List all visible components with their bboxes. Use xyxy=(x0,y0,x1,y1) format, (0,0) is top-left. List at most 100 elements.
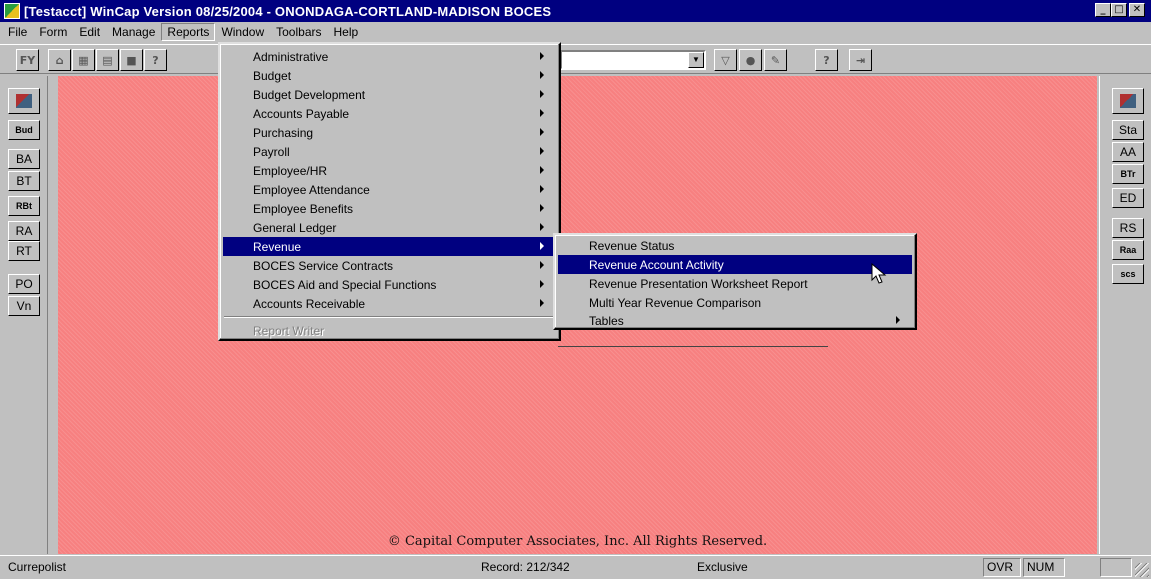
menu-item-employee-hr[interactable]: Employee/HR xyxy=(223,161,556,180)
title-bar: [Testacct] WinCap Version 08/25/2004 - O… xyxy=(0,0,1151,22)
submenu-arrow-icon xyxy=(540,90,544,98)
menu-help[interactable]: Help xyxy=(327,23,364,41)
right-toolbar: Sta AA BTr ED RS Raa scs xyxy=(1099,76,1151,554)
menu-item-revenue[interactable]: Revenue xyxy=(223,237,556,256)
status-record: Record: 212/342 xyxy=(481,560,570,574)
rail-ra-button[interactable]: RA xyxy=(8,221,40,241)
chart-glyph-icon xyxy=(1120,94,1136,108)
menu-item-label: Accounts Payable xyxy=(253,106,350,121)
submenu-arrow-icon xyxy=(540,223,544,231)
chevron-down-icon[interactable]: ▼ xyxy=(688,52,704,68)
toolbar: FY ⌂ ▦ ▤ ■ ? ▼ ▽ ● ✎ ? ⇥ xyxy=(0,44,1151,74)
reports-menu: Administrative Budget Budget Development… xyxy=(218,42,561,341)
save-icon[interactable]: ■ xyxy=(120,49,143,71)
submenu-arrow-icon xyxy=(540,261,544,269)
menu-form[interactable]: Form xyxy=(33,23,73,41)
menu-item-label: BOCES Aid and Special Functions xyxy=(253,277,437,292)
menu-item-employee-benefits[interactable]: Employee Benefits xyxy=(223,199,556,218)
menu-bar: File Form Edit Manage Reports Window Too… xyxy=(0,22,1151,42)
home-icon[interactable]: ⌂ xyxy=(48,49,71,71)
menu-item-boces-service-contracts[interactable]: BOCES Service Contracts xyxy=(223,256,556,275)
submenu-arrow-icon xyxy=(896,316,900,324)
submenu-arrow-icon xyxy=(540,204,544,212)
fiscal-year-button[interactable]: FY xyxy=(16,49,39,71)
menu-item-administrative[interactable]: Administrative xyxy=(223,47,556,66)
toolbar-combo[interactable]: ▼ xyxy=(560,50,706,70)
rail-btr-button[interactable]: BTr xyxy=(1112,164,1144,184)
rail-vn-button[interactable]: Vn xyxy=(8,296,40,316)
menu-reports[interactable]: Reports xyxy=(161,23,216,41)
status-form-name: Currepolist xyxy=(8,560,67,574)
menu-item-accounts-receivable[interactable]: Accounts Receivable xyxy=(223,294,556,313)
status-ovr: OVR xyxy=(983,558,1021,577)
menu-item-label: Employee Attendance xyxy=(253,182,370,197)
help-icon[interactable]: ? xyxy=(815,49,838,71)
list-icon[interactable]: ▤ xyxy=(96,49,119,71)
chart-glyph-icon xyxy=(16,94,32,108)
menu-item-multi-year-comparison[interactable]: Multi Year Revenue Comparison xyxy=(558,293,912,312)
submenu-arrow-icon xyxy=(540,166,544,174)
rail-aa-button[interactable]: AA xyxy=(1112,142,1144,162)
submenu-arrow-icon xyxy=(540,128,544,136)
menu-item-accounts-payable[interactable]: Accounts Payable xyxy=(223,104,556,123)
filter-icon[interactable]: ▽ xyxy=(714,49,737,71)
submenu-arrow-icon xyxy=(540,185,544,193)
exit-icon[interactable]: ⇥ xyxy=(849,49,872,71)
menu-item-label: Budget xyxy=(253,68,292,83)
rail-po-button[interactable]: PO xyxy=(8,274,40,294)
close-button[interactable]: ✕ xyxy=(1129,3,1145,17)
menu-item-budget[interactable]: Budget xyxy=(223,66,556,85)
maximize-button[interactable]: □ xyxy=(1111,3,1127,17)
window-controls: _ □ ✕ xyxy=(1095,3,1145,17)
minimize-button[interactable]: _ xyxy=(1095,3,1111,17)
menu-item-general-ledger[interactable]: General Ledger xyxy=(223,218,556,237)
menu-toolbars[interactable]: Toolbars xyxy=(270,23,327,41)
rail-scs-button[interactable]: scs xyxy=(1112,264,1144,284)
rail-raa-button[interactable]: Raa xyxy=(1112,240,1144,260)
menu-item-revenue-account-activity[interactable]: Revenue Account Activity xyxy=(558,255,912,274)
menu-item-report-writer: Report Writer xyxy=(253,323,325,338)
status-extra xyxy=(1100,558,1132,577)
chart-icon[interactable] xyxy=(8,88,40,114)
menu-item-label: BOCES Service Contracts xyxy=(253,258,394,273)
menu-item-label: Administrative xyxy=(253,49,329,64)
resize-grip-icon[interactable] xyxy=(1135,563,1149,577)
menu-item-purchasing[interactable]: Purchasing xyxy=(223,123,556,142)
chart-icon[interactable] xyxy=(1112,88,1144,114)
rail-bud-button[interactable]: Bud xyxy=(8,120,40,140)
menu-window[interactable]: Window xyxy=(215,23,270,41)
window-title: [Testacct] WinCap Version 08/25/2004 - O… xyxy=(24,3,552,19)
submenu-arrow-icon xyxy=(540,242,544,250)
status-bar: Currepolist Record: 212/342 Exclusive OV… xyxy=(0,555,1151,579)
left-toolbar: Bud BA BT RBt RA RT PO Vn xyxy=(0,76,48,554)
record-icon[interactable]: ● xyxy=(739,49,762,71)
menu-item-label: General Ledger xyxy=(253,220,337,235)
rail-rs-button[interactable]: RS xyxy=(1112,218,1144,238)
rail-rt-button[interactable]: RT xyxy=(8,241,40,261)
menu-item-budget-development[interactable]: Budget Development xyxy=(223,85,556,104)
rail-bt-button[interactable]: BT xyxy=(8,171,40,191)
rail-ed-button[interactable]: ED xyxy=(1112,188,1144,208)
submenu-arrow-icon xyxy=(540,299,544,307)
menu-item-label: Payroll xyxy=(253,144,290,159)
menu-file[interactable]: File xyxy=(2,23,33,41)
grid-icon[interactable]: ▦ xyxy=(72,49,95,71)
menu-item-payroll[interactable]: Payroll xyxy=(223,142,556,161)
edit-icon[interactable]: ✎ xyxy=(764,49,787,71)
menu-item-revenue-status[interactable]: Revenue Status xyxy=(558,236,912,255)
menu-edit[interactable]: Edit xyxy=(73,23,106,41)
menu-manage[interactable]: Manage xyxy=(106,23,161,41)
menu-item-label: Revenue Status xyxy=(589,238,675,253)
status-num: NUM xyxy=(1023,558,1065,577)
app-icon[interactable] xyxy=(4,3,20,19)
menu-separator xyxy=(224,316,555,318)
menu-item-label: Accounts Receivable xyxy=(253,296,366,311)
menu-item-revenue-presentation-worksheet[interactable]: Revenue Presentation Worksheet Report xyxy=(558,274,912,293)
menu-item-boces-aid[interactable]: BOCES Aid and Special Functions xyxy=(223,275,556,294)
query-icon[interactable]: ? xyxy=(144,49,167,71)
menu-item-tables[interactable]: Tables xyxy=(558,311,912,330)
rail-ba-button[interactable]: BA xyxy=(8,149,40,169)
rail-sta-button[interactable]: Sta xyxy=(1112,120,1144,140)
rail-rbt-button[interactable]: RBt xyxy=(8,196,40,216)
menu-item-employee-attendance[interactable]: Employee Attendance xyxy=(223,180,556,199)
